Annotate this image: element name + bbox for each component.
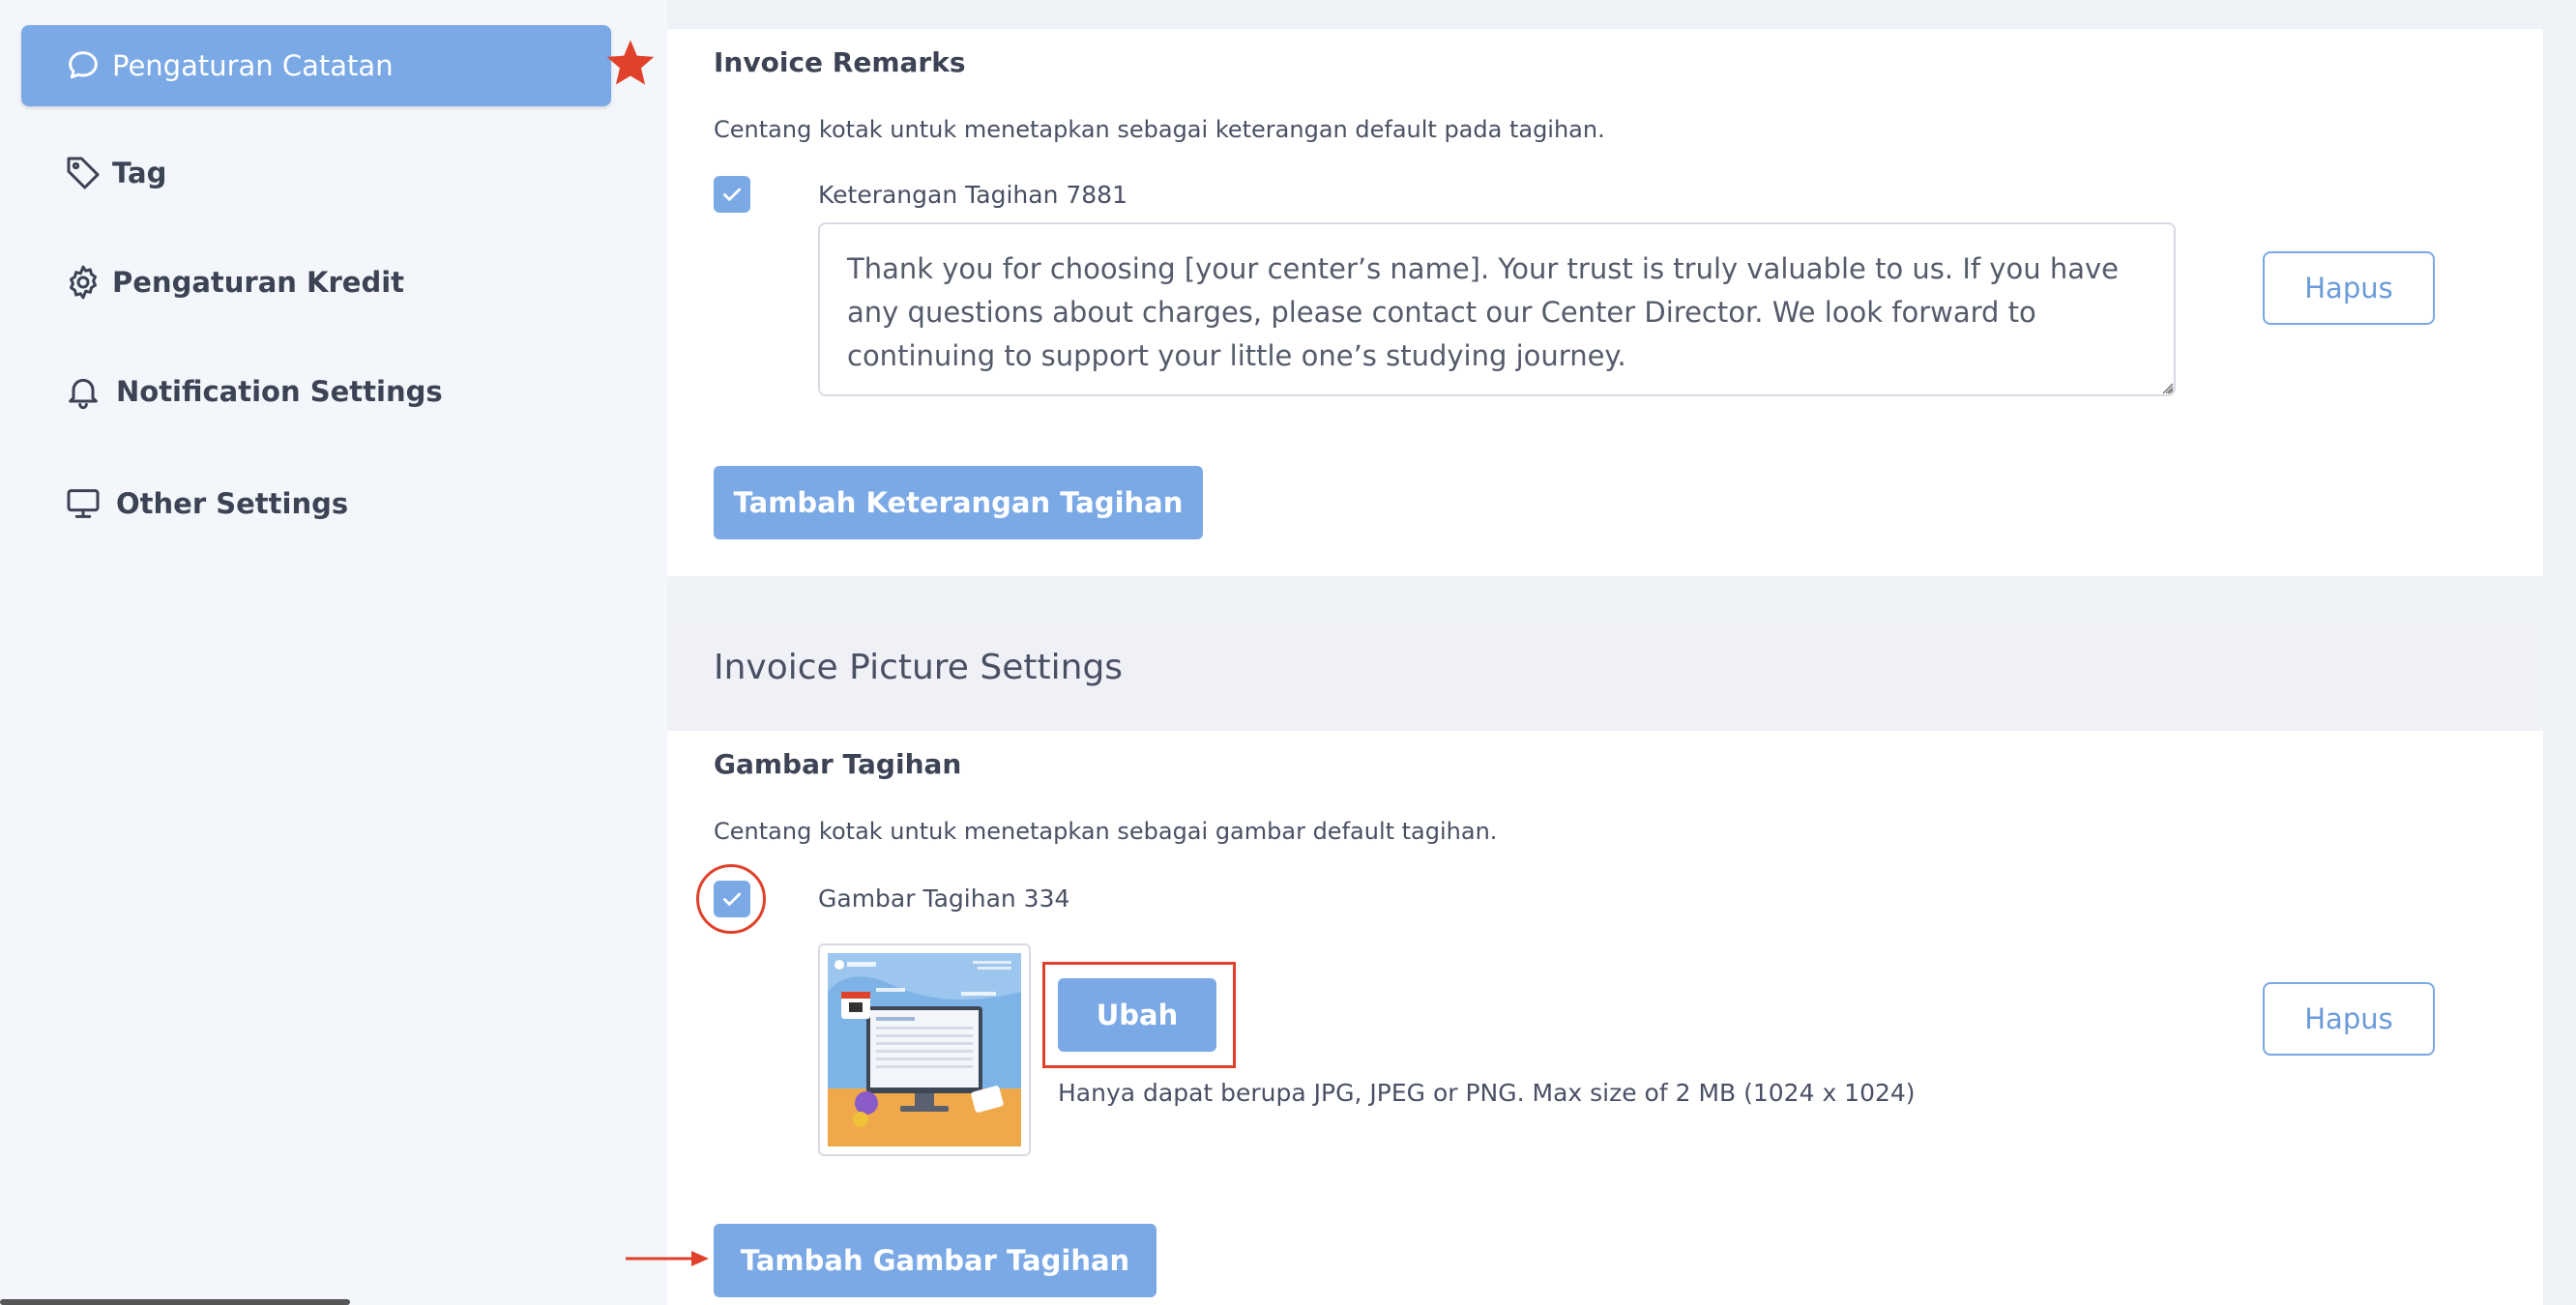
- monitor-icon: [67, 489, 100, 518]
- invoice-remarks-hint: Centang kotak untuk menetapkan sebagai k…: [714, 116, 1605, 143]
- invoice-picture-thumbnail: [818, 943, 1031, 1156]
- add-remark-button[interactable]: Tambah Keterangan Tagihan: [714, 466, 1203, 539]
- picture-item-label: Gambar Tagihan 334: [818, 884, 1070, 913]
- invoice-remarks-card: Invoice Remarks Centang kotak untuk mene…: [667, 29, 2543, 576]
- main-content: Invoice Remarks Centang kotak untuk mene…: [626, 0, 2576, 1305]
- invoice-picture-title: Gambar Tagihan: [714, 748, 962, 780]
- delete-remark-button[interactable]: Hapus: [2263, 251, 2435, 325]
- delete-picture-button[interactable]: Hapus: [2263, 982, 2435, 1056]
- arrow-annotation-icon: [626, 1251, 709, 1266]
- sidebar-item-label: Notification Settings: [116, 375, 443, 408]
- invoice-picture-card: Invoice Picture Settings Gambar Tagihan …: [626, 619, 2543, 1305]
- remark-textarea[interactable]: Thank you for choosing [your center’s na…: [818, 222, 2176, 396]
- invoice-remarks-title: Invoice Remarks: [714, 46, 966, 78]
- sidebar-item-pengaturan-kredit[interactable]: Pengaturan Kredit: [21, 242, 611, 323]
- remark-default-checkbox[interactable]: [714, 176, 750, 213]
- picture-default-checkbox[interactable]: [714, 881, 750, 917]
- check-icon: [723, 188, 741, 201]
- invoice-picture-settings-title: Invoice Picture Settings: [714, 648, 1124, 687]
- sidebar-item-other-settings[interactable]: Other Settings: [21, 463, 611, 544]
- sidebar-item-label: Pengaturan Catatan: [112, 49, 394, 82]
- sidebar-item-label: Pengaturan Kredit: [112, 266, 405, 299]
- change-picture-button[interactable]: Ubah: [1058, 978, 1216, 1052]
- bell-icon: [69, 378, 98, 410]
- gear-icon: [70, 265, 97, 300]
- window-edge: [0, 1299, 350, 1305]
- check-icon: [723, 892, 741, 906]
- invoice-picture-image: [828, 953, 1021, 1146]
- sidebar-item-pengaturan-catatan[interactable]: Pengaturan Catatan: [21, 25, 611, 106]
- sidebar-item-label: Tag: [112, 157, 167, 189]
- tag-icon: [67, 157, 100, 189]
- sidebar-item-notification-settings[interactable]: Notification Settings: [21, 351, 611, 432]
- sidebar: Pengaturan Catatan Tag Pengaturan Kredit…: [0, 0, 667, 1305]
- sidebar-item-tag[interactable]: Tag: [21, 132, 611, 214]
- section-header: Invoice Picture Settings: [667, 619, 2543, 731]
- sidebar-item-label: Other Settings: [116, 487, 349, 520]
- remark-item-label: Keterangan Tagihan 7881: [818, 181, 1127, 209]
- add-picture-button[interactable]: Tambah Gambar Tagihan: [714, 1224, 1156, 1297]
- invoice-picture-hint: Centang kotak untuk menetapkan sebagai g…: [714, 818, 1498, 845]
- file-requirements-hint: Hanya dapat berupa JPG, JPEG or PNG. Max…: [1058, 1079, 1916, 1107]
- resize-grip-icon[interactable]: [2160, 381, 2174, 394]
- star-annotation-icon: [606, 40, 655, 85]
- chat-bubble-icon: [69, 51, 98, 79]
